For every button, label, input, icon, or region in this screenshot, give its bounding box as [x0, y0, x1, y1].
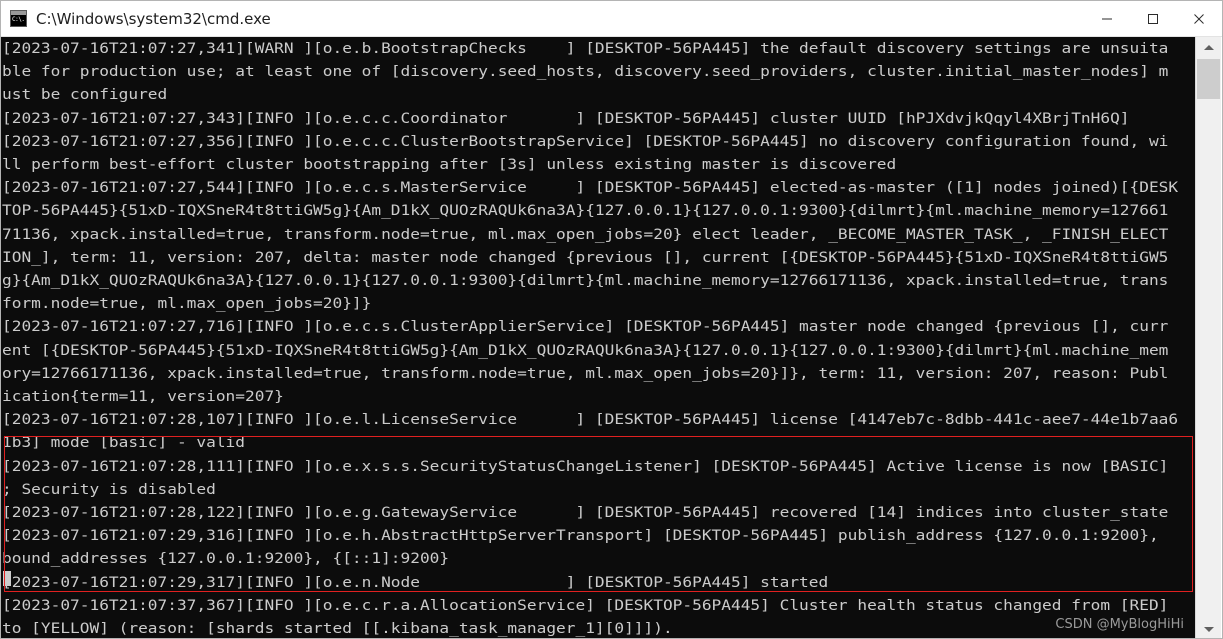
window-title: C:\Windows\system32\cmd.exe: [36, 9, 271, 28]
maximize-button[interactable]: [1130, 1, 1176, 36]
close-icon: [1194, 13, 1204, 24]
cmd-icon-glyph: C:\.: [11, 15, 26, 26]
vertical-scrollbar[interactable]: [1195, 37, 1221, 638]
scroll-down-button[interactable]: [1196, 619, 1221, 638]
console-output-area[interactable]: [2023-07-16T21:07:27,341][WARN ][o.e.b.B…: [1, 37, 1196, 638]
close-button[interactable]: [1176, 1, 1222, 36]
watermark-text: CSDN @MyBlogHiHi: [1055, 617, 1184, 632]
scrollbar-thumb[interactable]: [1197, 59, 1220, 99]
minimize-button[interactable]: [1084, 1, 1130, 36]
cmd-window: C:\. C:\Windows\system32\cmd.exe [2023-0…: [0, 0, 1223, 639]
scroll-down-icon: [1203, 626, 1214, 632]
console-cursor: [3, 571, 11, 586]
scroll-up-button[interactable]: [1196, 37, 1221, 57]
minimize-icon: [1102, 18, 1112, 19]
title-bar[interactable]: C:\. C:\Windows\system32\cmd.exe: [1, 1, 1222, 37]
maximize-icon: [1148, 13, 1158, 24]
cmd-icon: C:\.: [10, 10, 27, 27]
scroll-up-icon: [1203, 44, 1214, 50]
console-log-text: [2023-07-16T21:07:27,341][WARN ][o.e.b.B…: [2, 41, 1179, 638]
window-controls: [1084, 1, 1222, 36]
